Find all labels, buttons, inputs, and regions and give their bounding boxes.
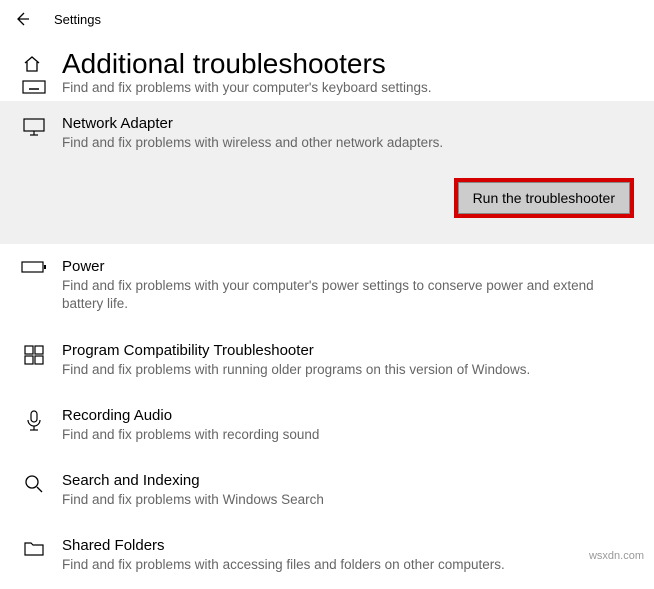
troubleshooter-list: Network Adapter Find and fix problems wi… (0, 101, 654, 589)
back-button[interactable] (8, 5, 36, 33)
power-item[interactable]: Power Find and fix problems with your co… (0, 244, 654, 327)
network-desc: Find and fix problems with wireless and … (62, 134, 634, 152)
back-arrow-icon (14, 11, 30, 27)
folder-icon (23, 539, 45, 557)
page-title: Additional troubleshooters (62, 48, 386, 80)
shared-title: Shared Folders (62, 537, 634, 554)
shared-item[interactable]: Shared Folders Find and fix problems wit… (0, 523, 654, 588)
run-troubleshooter-button[interactable]: Run the troubleshooter (458, 182, 630, 214)
power-title: Power (62, 258, 634, 275)
compat-desc: Find and fix problems with running older… (62, 361, 634, 379)
keyboard-desc: Find and fix problems with your computer… (62, 80, 432, 95)
search-item[interactable]: Search and Indexing Find and fix problem… (0, 458, 654, 523)
keyboard-item-partial[interactable]: Find and fix problems with your computer… (0, 80, 654, 101)
battery-icon (21, 260, 47, 274)
monitor-icon (22, 117, 46, 137)
page-header: Additional troubleshooters (0, 38, 654, 80)
compat-item[interactable]: Program Compatibility Troubleshooter Fin… (0, 328, 654, 393)
power-desc: Find and fix problems with your computer… (62, 277, 634, 313)
recording-desc: Find and fix problems with recording sou… (62, 426, 634, 444)
search-desc: Find and fix problems with Windows Searc… (62, 491, 634, 509)
keyboard-icon (22, 80, 46, 94)
program-icon (23, 344, 45, 366)
app-name: Settings (54, 12, 101, 27)
recording-item[interactable]: Recording Audio Find and fix problems wi… (0, 393, 654, 458)
shared-desc: Find and fix problems with accessing fil… (62, 556, 634, 574)
recording-title: Recording Audio (62, 407, 634, 424)
run-button-highlight: Run the troubleshooter (454, 178, 634, 218)
title-bar: Settings (0, 0, 654, 38)
microphone-icon (25, 409, 43, 433)
compat-title: Program Compatibility Troubleshooter (62, 342, 634, 359)
network-adapter-item[interactable]: Network Adapter Find and fix problems wi… (0, 101, 654, 178)
watermark: wsxdn.com (589, 550, 644, 562)
network-title: Network Adapter (62, 115, 634, 132)
network-action-row: Run the troubleshooter (0, 178, 654, 244)
search-title: Search and Indexing (62, 472, 634, 489)
search-icon (24, 474, 44, 494)
home-icon[interactable] (20, 54, 44, 74)
